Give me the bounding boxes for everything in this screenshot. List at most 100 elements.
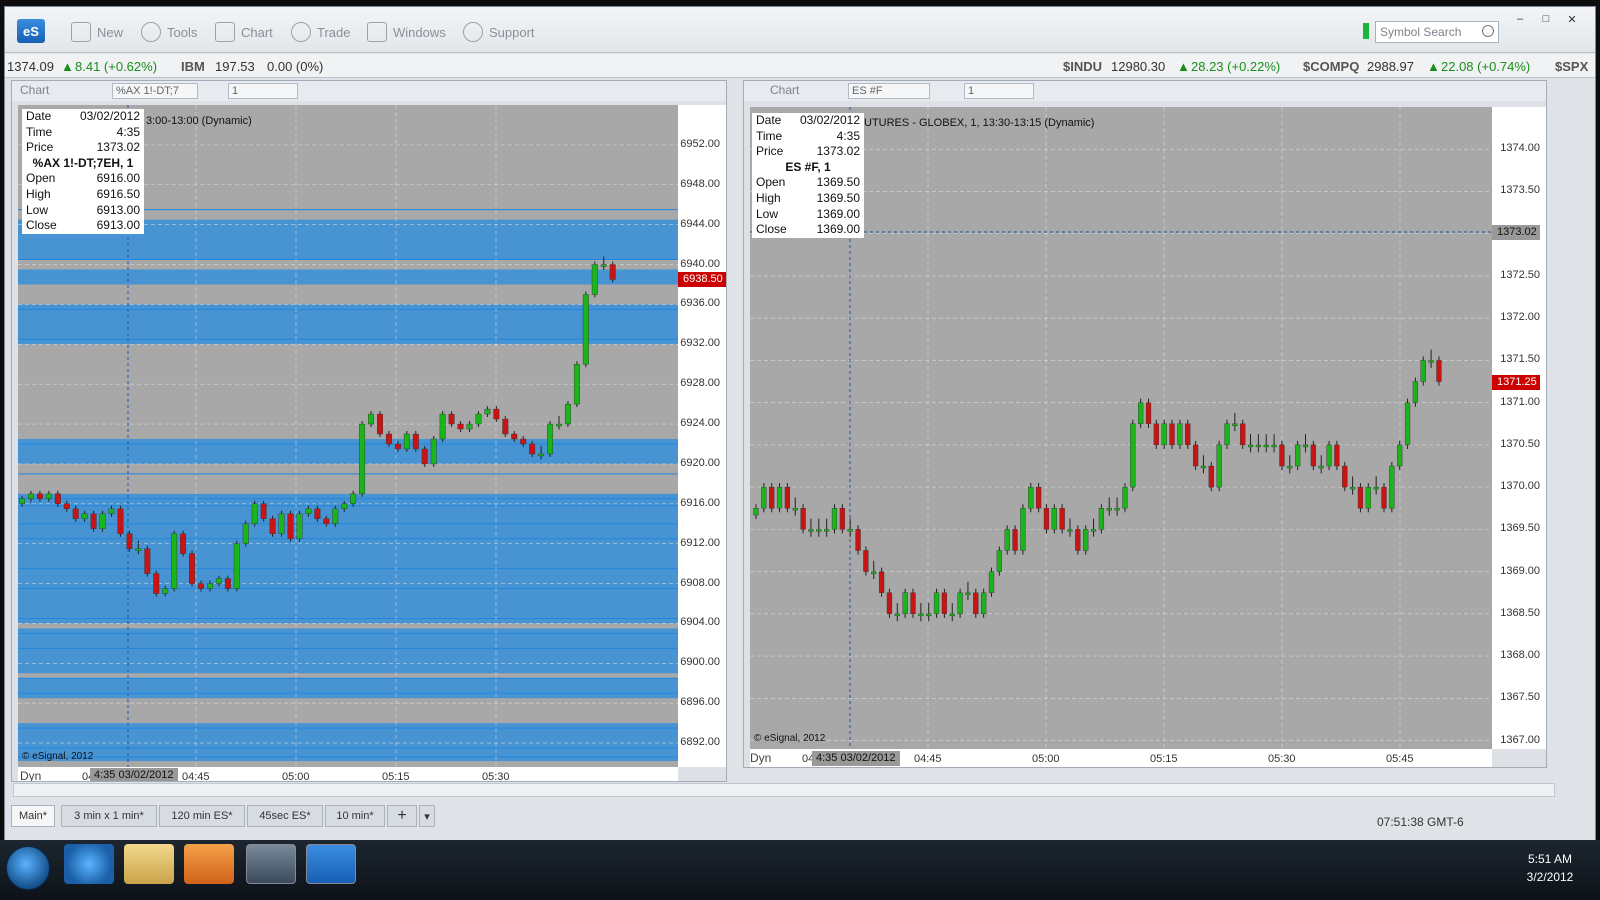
candle <box>215 578 222 584</box>
symbol-search-placeholder: Symbol Search <box>1380 25 1462 39</box>
price-tick-label: 6940.00 <box>680 257 720 270</box>
ticker-symbol-spx[interactable]: $SPX <box>1555 59 1588 74</box>
search-icon[interactable] <box>1482 25 1494 37</box>
copyright-right: © eSignal, 2012 <box>754 733 826 744</box>
candle <box>1090 529 1097 532</box>
price-tick-label: 1370.50 <box>1500 437 1540 450</box>
time-axis-left[interactable]: 04 4:35 03/02/2012 04:45 05:00 05:15 05:30 <box>18 767 678 781</box>
candle <box>769 486 775 509</box>
tab-3min-x-1min[interactable]: 3 min x 1 min* <box>61 805 157 827</box>
folder-icon[interactable] <box>124 844 174 884</box>
candle <box>117 508 124 534</box>
chart-toolbar-left: Chart %AX 1!-DT;7 1 <box>12 81 726 101</box>
ticker-indu-change: 28.23 (+0.22%) <box>1191 59 1281 74</box>
media-player-icon[interactable] <box>184 844 234 884</box>
windows-taskbar: 5:51 AM 3/2/2012 <box>0 840 1600 900</box>
symbol-select-left[interactable]: %AX 1!-DT;7 <box>112 83 198 99</box>
candle <box>430 438 437 465</box>
candle <box>1145 402 1152 424</box>
close-icon[interactable]: ✕ <box>1563 13 1581 27</box>
price-axis-left[interactable]: 6952.00 6948.00 6944.00 6940.00 6936.00 6932.… <box>678 105 726 767</box>
candle <box>1326 444 1332 467</box>
data-window-right[interactable]: Date 03/02/2012 Time 4:35 Price 1373.02 ES … <box>752 113 864 238</box>
candle <box>816 529 822 532</box>
minimize-icon[interactable]: – <box>1511 13 1529 27</box>
chart-title-right: UTURES - GLOBEX, 1, 13:30-13:15 (Dynamic… <box>864 117 1095 129</box>
dw-date: 03/02/2012 <box>799 113 860 127</box>
connection-status-icon <box>1363 23 1369 39</box>
candle <box>1004 529 1010 551</box>
data-window-left[interactable]: Date 03/02/2012 Time 4:35 Price 1373.02 %AX… <box>22 109 144 234</box>
chart-button[interactable]: Chart <box>215 21 273 43</box>
candle <box>1365 486 1371 509</box>
system-tray-clock[interactable]: 5:51 AM 3/2/2012 <box>1510 850 1590 886</box>
candle <box>1240 423 1246 446</box>
candle <box>314 508 321 519</box>
tools-button[interactable]: Tools <box>141 21 197 43</box>
tab-45sec-es[interactable]: 45sec ES* <box>247 805 323 827</box>
plot-area-left[interactable]: 3:00-13:00 (Dynamic) Date 03/02/2012 Time… <box>18 105 678 767</box>
support-band <box>18 269 678 285</box>
time-axis-right[interactable]: 04 4:35 03/02/2012 04:45 05:00 05:15 05:30 0… <box>750 749 1492 767</box>
dw-price-label: Price <box>26 140 54 155</box>
dw-time: 4:35 <box>116 124 140 139</box>
new-button[interactable]: New <box>71 21 123 43</box>
candle <box>1287 465 1293 469</box>
horizontal-scrollbar[interactable] <box>13 783 1555 797</box>
candle <box>824 529 830 532</box>
ticker-symbol-ibm[interactable]: IBM <box>181 59 205 74</box>
maximize-icon[interactable]: □ <box>1537 13 1555 27</box>
candle <box>36 493 43 500</box>
start-button-icon[interactable] <box>6 846 50 890</box>
candle <box>206 583 213 589</box>
ticker-symbol-compq[interactable]: $COMPQ <box>1303 59 1359 74</box>
candle <box>493 408 500 420</box>
cursor-time-tag-left: 4:35 03/02/2012 <box>90 768 178 781</box>
dynamic-label-right[interactable]: Dyn <box>750 751 771 765</box>
candle <box>1349 486 1356 490</box>
trade-button[interactable]: Trade <box>291 21 350 43</box>
tab-menu-chevron-down-icon[interactable]: ▾ <box>419 805 435 827</box>
candle <box>1153 423 1159 446</box>
dynamic-label-left[interactable]: Dyn <box>20 769 41 781</box>
cursor-time-tag-right: 4:35 03/02/2012 <box>812 751 900 766</box>
tab-120min-es[interactable]: 120 min ES* <box>159 805 245 827</box>
ticker-symbol-indu[interactable]: $INDU <box>1063 59 1102 74</box>
tab-main[interactable]: Main* <box>11 805 55 827</box>
plot-area-right[interactable]: UTURES - GLOBEX, 1, 13:30-13:15 (Dynamic… <box>750 107 1492 749</box>
candle <box>792 508 798 511</box>
ie-icon[interactable] <box>64 844 114 884</box>
esignal-logo[interactable]: eS <box>17 19 45 43</box>
price-tick-label: 1368.00 <box>1500 649 1540 662</box>
candle <box>1192 444 1199 467</box>
support-label: Support <box>489 24 535 40</box>
candle <box>1263 444 1269 448</box>
symbol-select-right[interactable]: ES #F <box>848 83 930 99</box>
windows-button[interactable]: Windows <box>367 21 446 43</box>
price-axis-right[interactable]: 1374.00 1373.50 1373.02 1372.50 1372.00 1371.… <box>1492 107 1546 749</box>
candle <box>484 408 491 415</box>
candle <box>224 578 231 589</box>
candle <box>1043 508 1050 530</box>
candle <box>341 503 348 509</box>
candle <box>538 453 545 457</box>
add-tab-button[interactable]: + <box>387 805 417 827</box>
candle <box>1067 529 1073 532</box>
interval-select-left[interactable]: 1 <box>228 83 298 99</box>
candle <box>863 550 869 572</box>
symbol-search-input[interactable]: Symbol Search <box>1375 21 1499 43</box>
interval-select-right[interactable]: 1 <box>964 83 1034 99</box>
last-price-tag: 1371.25 <box>1492 374 1540 390</box>
price-tick-label: 6936.00 <box>680 297 720 310</box>
tools-icon <box>141 22 161 42</box>
network-app-icon[interactable] <box>246 844 296 884</box>
ticker-price[interactable]: 1374.09 <box>7 59 54 74</box>
ticker-ibm-price: 197.53 <box>215 59 255 74</box>
chart-toolbar-right: Chart ES #F 1 <box>744 81 1546 101</box>
tab-10min[interactable]: 10 min* <box>325 805 385 827</box>
candle <box>996 550 1002 572</box>
support-button[interactable]: Support <box>463 21 535 43</box>
esignal-taskbar-icon[interactable] <box>306 844 356 884</box>
candle <box>180 533 187 554</box>
price-tick-label: 1369.00 <box>1500 564 1540 577</box>
